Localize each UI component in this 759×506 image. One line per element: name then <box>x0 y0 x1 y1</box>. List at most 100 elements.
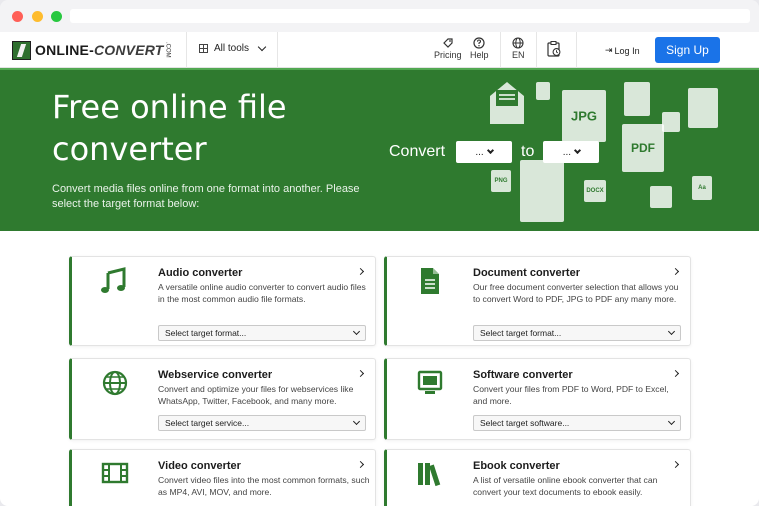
pdf-label: PDF <box>631 141 655 155</box>
from-format-value: ... <box>475 146 484 158</box>
card-title: Video converter <box>158 460 241 472</box>
from-format-select[interactable]: ... <box>456 141 513 163</box>
card-software-converter[interactable]: Software converter Convert your files fr… <box>384 358 691 440</box>
document-icon <box>421 268 439 294</box>
grid-icon <box>199 44 208 53</box>
converter-list: Audio converter A versatile online audio… <box>0 231 759 506</box>
convert-label: Convert <box>389 143 446 160</box>
document-target-format-select[interactable]: Select target format... <box>473 325 681 341</box>
chart-image-file-icon <box>520 160 564 222</box>
quick-convert: Convert ... to ... <box>389 141 600 163</box>
books-icon <box>418 463 441 487</box>
card-description: A versatile online audio converter to co… <box>158 282 366 304</box>
image-file-icon <box>624 82 650 116</box>
address-bar[interactable] <box>70 9 750 23</box>
chevron-right-icon[interactable] <box>356 369 365 378</box>
chevron-right-icon[interactable] <box>671 460 680 469</box>
jpg-file-icon: JPG <box>562 90 606 142</box>
chevron-right-icon[interactable] <box>356 460 365 469</box>
file-icon <box>536 82 550 100</box>
card-audio-converter[interactable]: Audio converter A versatile online audio… <box>69 256 376 346</box>
font-label: Aa <box>698 185 706 191</box>
card-title: Software converter <box>473 369 573 381</box>
card-description: Our free document converter selection th… <box>473 282 679 304</box>
globe-icon <box>512 37 524 49</box>
hero-subtitle: Convert media files online from one form… <box>52 183 360 210</box>
login-link[interactable]: ⇥ Log In <box>605 45 640 56</box>
chevron-down-icon <box>486 146 494 155</box>
pdf-file-icon: PDF <box>622 124 664 172</box>
card-description: Convert your files from PDF to Word, PDF… <box>473 384 669 406</box>
nav-divider <box>500 32 501 68</box>
chevron-right-icon[interactable] <box>356 267 365 276</box>
chevron-right-icon[interactable] <box>671 267 680 276</box>
window-titlebar <box>0 0 759 32</box>
globe-icon <box>102 370 128 396</box>
card-document-converter[interactable]: Document converter Our free document con… <box>384 256 691 346</box>
card-title: Audio converter <box>158 267 243 279</box>
help-label: Help <box>470 50 489 60</box>
chevron-down-icon <box>257 42 267 52</box>
all-tools-menu[interactable]: All tools <box>199 42 267 54</box>
card-description: Convert and optimize your files for webs… <box>158 384 354 406</box>
docx-file-icon: DOCX <box>584 180 606 202</box>
clipboard-clock-icon <box>547 41 561 57</box>
help-link[interactable]: Help <box>470 37 489 60</box>
png-file-icon: PNG <box>491 170 511 192</box>
card-description: A list of versatile online ebook convert… <box>473 475 658 497</box>
maximize-window-icon[interactable] <box>51 11 62 22</box>
logo-text-part-1: ONLINE- <box>35 42 94 58</box>
card-title: Document converter <box>473 267 580 279</box>
login-icon: ⇥ <box>605 45 613 55</box>
jpg-label: JPG <box>570 108 598 124</box>
logo-text: ONLINE-CONVERT <box>35 42 164 58</box>
font-file-icon: Aa <box>692 176 712 200</box>
site-logo[interactable]: ONLINE-CONVERT .COM <box>12 39 171 61</box>
docx-label: DOCX <box>586 188 604 194</box>
chart-file-icon <box>688 88 718 128</box>
history-button[interactable] <box>546 40 562 59</box>
language-label: EN <box>512 50 525 60</box>
login-label: Log In <box>614 45 640 56</box>
chevron-right-icon[interactable] <box>671 369 680 378</box>
envelope-file-icon <box>486 78 528 126</box>
software-target-select[interactable]: Select target software... <box>473 415 681 431</box>
help-icon <box>473 37 485 49</box>
language-selector[interactable]: EN <box>512 37 525 60</box>
to-format-value: ... <box>562 146 572 158</box>
card-video-converter[interactable]: Video converter Convert video files into… <box>69 449 376 506</box>
to-label: to <box>521 143 535 160</box>
webservice-target-select[interactable]: Select target service... <box>158 415 366 431</box>
music-note-icon <box>101 267 126 293</box>
monitor-icon <box>417 370 443 394</box>
card-webservice-converter[interactable]: Webservice converter Convert and optimiz… <box>69 358 376 440</box>
file-icon <box>650 186 672 208</box>
logo-text-part-2: CONVERT <box>93 42 164 58</box>
browser-window: ONLINE-CONVERT .COM All tools Pricing He… <box>0 0 759 506</box>
hero-banner: Free online file converter Convert media… <box>0 68 759 231</box>
film-icon <box>101 462 129 484</box>
nav-divider <box>576 32 577 68</box>
all-tools-label: All tools <box>214 43 250 54</box>
nav-divider <box>536 32 537 68</box>
pricing-label: Pricing <box>434 50 462 60</box>
card-description: Convert video files into the most common… <box>158 475 370 497</box>
card-title: Ebook converter <box>473 460 560 472</box>
nav-divider <box>277 32 278 68</box>
logo-suffix: .COM <box>164 42 171 58</box>
card-ebook-converter[interactable]: Ebook converter A list of versatile onli… <box>384 449 691 506</box>
logo-mark-icon <box>12 40 31 60</box>
file-icon <box>662 112 680 132</box>
close-window-icon[interactable] <box>12 11 23 22</box>
chevron-down-icon <box>574 146 582 155</box>
card-title: Webservice converter <box>158 369 273 381</box>
minimize-window-icon[interactable] <box>32 11 43 22</box>
hero-title: Free online file converter <box>52 88 287 168</box>
png-label: PNG <box>494 178 508 184</box>
tag-icon <box>442 38 453 48</box>
audio-target-format-select[interactable]: Select target format... <box>158 325 366 341</box>
to-format-select[interactable]: ... <box>543 141 600 163</box>
pricing-link[interactable]: Pricing <box>434 37 462 60</box>
signup-button[interactable]: Sign Up <box>655 37 720 63</box>
nav-divider <box>186 32 187 68</box>
